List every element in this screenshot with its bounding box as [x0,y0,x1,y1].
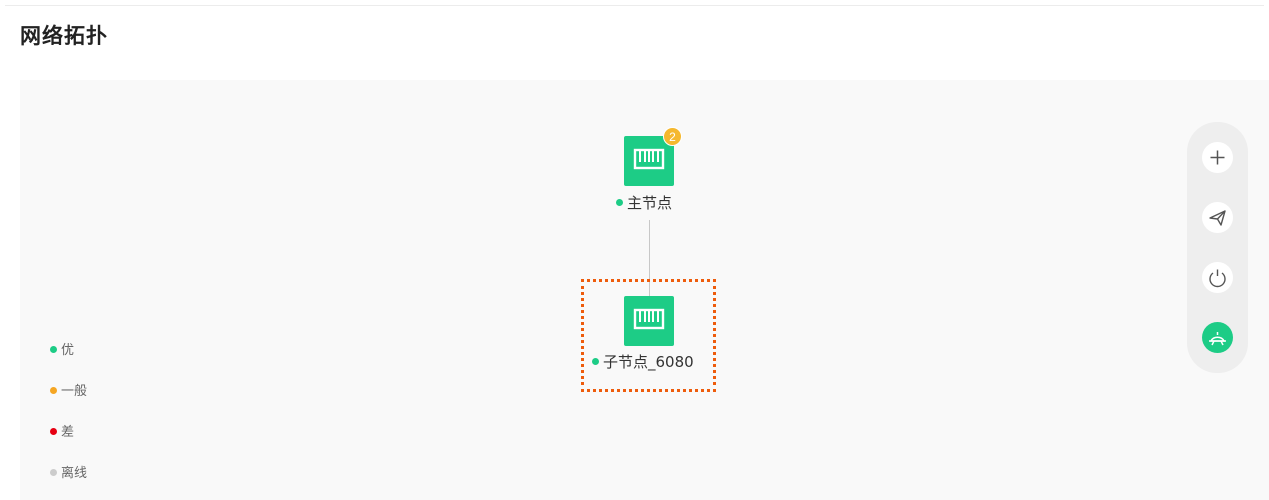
legend-dot [50,387,57,394]
topology-view-button[interactable] [1202,322,1233,353]
main-node-badge: 2 [663,127,682,146]
topology-canvas[interactable]: 2 主节点 子节点_6080 优 一般 差 离线 [20,80,1269,500]
legend-item-normal: 一般 [50,380,87,399]
send-button[interactable] [1202,202,1233,233]
legend-item-excellent: 优 [50,339,74,358]
power-icon [1209,269,1226,288]
main-node-status-dot [616,199,623,206]
send-icon [1209,210,1226,226]
legend-dot [50,469,57,476]
power-button[interactable] [1202,262,1233,293]
page-title: 网络拓扑 [20,24,108,48]
add-node-button[interactable] [1202,142,1233,173]
topology-view-icon [1209,332,1226,346]
legend-item-offline: 离线 [50,462,87,481]
plus-icon [1210,150,1225,165]
top-divider [5,5,1264,6]
main-node-label[interactable]: 主节点 [616,192,672,213]
legend-dot [50,346,57,353]
legend-dot [50,428,57,435]
topology-toolbar [1187,122,1248,373]
selected-node-outline [581,279,716,392]
legend-item-poor: 差 [50,421,74,440]
main-node-name: 主节点 [627,194,673,212]
